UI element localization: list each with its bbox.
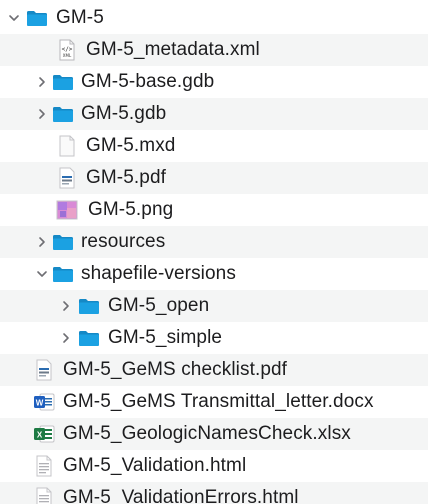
tree-row-resources[interactable]: resources bbox=[0, 226, 428, 258]
excel-sheet-icon: X bbox=[33, 424, 55, 444]
tree-item-label: GM-5_Validation.html bbox=[63, 455, 247, 476]
tree-item-label: GM-5 bbox=[56, 7, 104, 28]
tree-row-transmittal-docx[interactable]: W GM-5_GeMS Transmittal_letter.docx bbox=[0, 386, 428, 418]
folder-icon bbox=[52, 233, 74, 251]
tree-row-shapefile-versions[interactable]: shapefile-versions bbox=[0, 258, 428, 290]
folder-icon bbox=[52, 73, 74, 91]
folder-icon bbox=[52, 105, 74, 123]
tree-item-label: GM-5_GeologicNamesCheck.xlsx bbox=[63, 423, 351, 444]
html-file-icon bbox=[35, 455, 53, 477]
chevron-right-icon[interactable] bbox=[36, 75, 48, 89]
tree-row-base-gdb[interactable]: GM-5-base.gdb bbox=[0, 66, 428, 98]
tree-item-label: GM-5_metadata.xml bbox=[86, 39, 260, 60]
word-doc-icon: W bbox=[33, 392, 55, 412]
xml-file-icon: </> XML bbox=[58, 39, 76, 61]
chevron-down-icon[interactable] bbox=[8, 11, 20, 25]
png-image-icon bbox=[56, 200, 78, 220]
tree-item-label: GM-5-base.gdb bbox=[81, 71, 215, 92]
folder-icon bbox=[78, 329, 100, 347]
svg-text:XML: XML bbox=[63, 53, 72, 58]
tree-item-label: GM-5_GeMS Transmittal_letter.docx bbox=[63, 391, 374, 412]
svg-text:W: W bbox=[36, 399, 44, 408]
chevron-right-icon[interactable] bbox=[60, 299, 72, 313]
chevron-down-icon[interactable] bbox=[36, 267, 48, 281]
tree-row-names-check-xlsx[interactable]: X GM-5_GeologicNamesCheck.xlsx bbox=[0, 418, 428, 450]
tree-item-label: GM-5.gdb bbox=[81, 103, 167, 124]
tree-row-mxd[interactable]: GM-5.mxd bbox=[0, 130, 428, 162]
tree-item-label: GM-5.png bbox=[88, 199, 174, 220]
tree-item-label: GM-5_ValidationErrors.html bbox=[63, 487, 299, 504]
tree-row-metadata-xml[interactable]: </> XML GM-5_metadata.xml bbox=[0, 34, 428, 66]
pdf-file-icon bbox=[58, 167, 76, 189]
tree-row-gems-checklist-pdf[interactable]: GM-5_GeMS checklist.pdf bbox=[0, 354, 428, 386]
tree-item-label: GM-5_simple bbox=[108, 327, 223, 348]
tree-item-label: GM-5_open bbox=[108, 295, 210, 316]
tree-item-label: resources bbox=[81, 231, 166, 252]
tree-row-validation-html[interactable]: GM-5_Validation.html bbox=[0, 450, 428, 482]
html-file-icon bbox=[35, 487, 53, 504]
pdf-file-icon bbox=[35, 359, 53, 381]
chevron-right-icon[interactable] bbox=[36, 235, 48, 249]
folder-icon bbox=[52, 265, 74, 283]
tree-row-gm5[interactable]: GM-5 bbox=[0, 2, 428, 34]
tree-row-pdf[interactable]: GM-5.pdf bbox=[0, 162, 428, 194]
folder-icon bbox=[78, 297, 100, 315]
svg-text:</>: </> bbox=[62, 46, 73, 53]
tree-row-gdb[interactable]: GM-5.gdb bbox=[0, 98, 428, 130]
svg-text:X: X bbox=[37, 431, 43, 440]
folder-icon bbox=[26, 9, 48, 27]
tree-row-validation-errors-html[interactable]: GM-5_ValidationErrors.html bbox=[0, 482, 428, 504]
tree-row-gm5-simple[interactable]: GM-5_simple bbox=[0, 322, 428, 354]
tree-row-png[interactable]: GM-5.png bbox=[0, 194, 428, 226]
chevron-right-icon[interactable] bbox=[60, 331, 72, 345]
blank-file-icon bbox=[58, 135, 76, 157]
tree-item-label: GM-5.pdf bbox=[86, 167, 166, 188]
tree-item-label: GM-5.mxd bbox=[86, 135, 176, 156]
file-tree: GM-5 </> XML GM-5_metadata.xml GM-5-base.… bbox=[0, 0, 428, 504]
tree-row-gm5-open[interactable]: GM-5_open bbox=[0, 290, 428, 322]
chevron-right-icon[interactable] bbox=[36, 107, 48, 121]
tree-item-label: shapefile-versions bbox=[81, 263, 236, 284]
tree-item-label: GM-5_GeMS checklist.pdf bbox=[63, 359, 288, 380]
